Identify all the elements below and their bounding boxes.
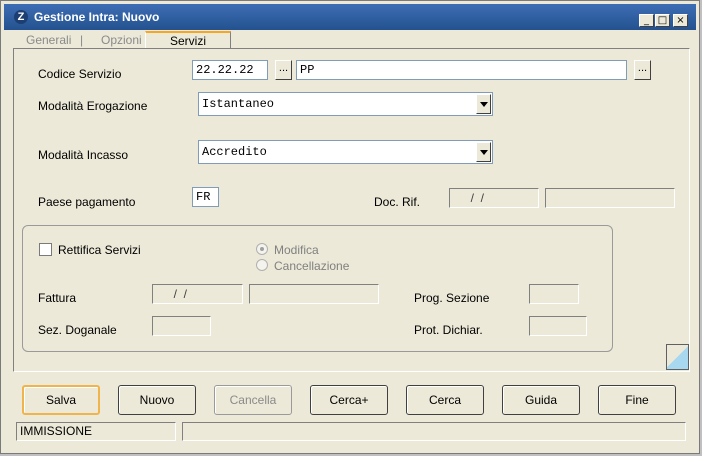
- modifica-radio-label: Modifica: [274, 243, 319, 257]
- modalita-incasso-label: Modalità Incasso: [38, 148, 129, 162]
- codice-servizio-label: Codice Servizio: [38, 67, 122, 81]
- tab-bar: Generali | Opzioni Servizi: [4, 31, 696, 49]
- prog-sezione-input: [529, 284, 579, 304]
- cancellazione-radio-label: Cancellazione: [274, 259, 350, 273]
- app-icon: Z: [14, 10, 28, 24]
- modalita-incasso-select[interactable]: Accredito: [198, 140, 493, 164]
- doc-rif-number-input: [545, 188, 675, 208]
- maximize-button[interactable]: □: [655, 14, 670, 27]
- tab-opzioni[interactable]: Opzioni: [101, 33, 142, 47]
- fine-button[interactable]: Fine: [598, 385, 676, 415]
- modifica-radio[interactable]: [256, 243, 268, 255]
- guida-button[interactable]: Guida: [502, 385, 580, 415]
- codice-servizio-input[interactable]: 22.22.22: [192, 60, 268, 80]
- prot-dichiar-label: Prot. Dichiar.: [414, 323, 483, 337]
- doc-rif-label: Doc. Rif.: [374, 195, 421, 209]
- fattura-date-input: / /: [152, 284, 243, 304]
- cerca-plus-button[interactable]: Cerca+: [310, 385, 388, 415]
- paese-pagamento-label: Paese pagamento: [38, 195, 136, 209]
- modalita-erogazione-label: Modalità Erogazione: [38, 99, 148, 113]
- fattura-number-input: [249, 284, 379, 304]
- prot-dichiar-input: [529, 316, 587, 336]
- tab-divider: |: [80, 33, 84, 47]
- sez-doganale-input: [152, 316, 211, 336]
- title-bar[interactable]: Z Gestione Intra: Nuovo _ □ ×: [4, 4, 696, 30]
- chevron-down-icon[interactable]: [476, 94, 491, 114]
- paese-pagamento-input[interactable]: FR: [192, 187, 219, 207]
- status-mode: IMMISSIONE: [16, 422, 176, 441]
- cerca-button[interactable]: Cerca: [406, 385, 484, 415]
- doc-rif-date-input: / /: [449, 188, 539, 208]
- intra-window: Z Gestione Intra: Nuovo _ □ × Generali |…: [0, 0, 700, 454]
- cancella-button[interactable]: Cancella: [214, 385, 292, 415]
- rettifica-servizi-label: Rettifica Servizi: [58, 243, 141, 257]
- cancellazione-radio[interactable]: [256, 259, 268, 271]
- modalita-incasso-value: Accredito: [202, 145, 267, 159]
- modalita-erogazione-value: Istantaneo: [202, 97, 275, 111]
- page-corner-icon: [666, 344, 689, 370]
- salva-button[interactable]: Salva: [22, 385, 100, 415]
- description-lookup-button[interactable]: ...: [634, 60, 651, 80]
- modalita-erogazione-select[interactable]: Istantaneo: [198, 92, 493, 116]
- close-button[interactable]: ×: [673, 14, 688, 27]
- chevron-down-icon[interactable]: [476, 142, 491, 162]
- tab-servizi[interactable]: Servizi: [145, 31, 231, 49]
- window-title: Gestione Intra: Nuovo: [34, 10, 160, 24]
- prog-sezione-label: Prog. Sezione: [414, 291, 490, 305]
- fattura-label: Fattura: [38, 291, 77, 305]
- sez-doganale-label: Sez. Doganale: [38, 323, 117, 337]
- status-message: [182, 422, 686, 441]
- rettifica-servizi-checkbox[interactable]: [39, 243, 52, 256]
- nuovo-button[interactable]: Nuovo: [118, 385, 196, 415]
- codice-servizio-description-input[interactable]: PP: [296, 60, 627, 80]
- codice-servizio-lookup-button[interactable]: ...: [275, 60, 292, 80]
- tab-generali[interactable]: Generali: [26, 33, 71, 47]
- minimize-button[interactable]: _: [639, 14, 654, 27]
